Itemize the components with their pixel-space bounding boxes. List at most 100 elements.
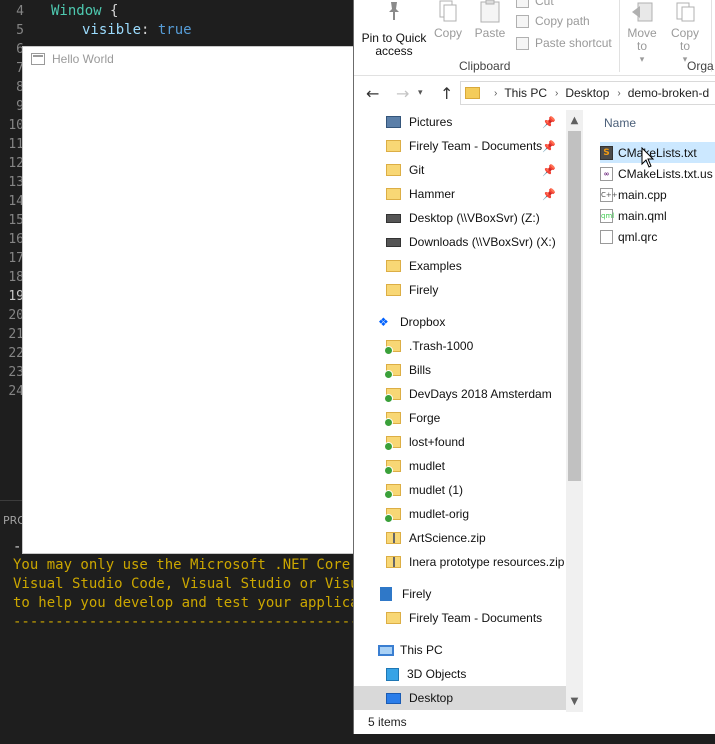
folder-icon <box>386 140 401 152</box>
nav-item-label: Inera prototype resources.zip <box>409 555 565 569</box>
nav-item-firely-team-documents-org[interactable]: Firely Team - Documents <box>386 606 542 630</box>
breadcrumb-current-folder[interactable]: demo-broken-d <box>628 86 709 100</box>
copy-path-icon <box>516 14 529 28</box>
code-colon-token: : <box>141 22 158 38</box>
line-number: 13 <box>8 175 24 190</box>
folder-icon <box>386 284 401 296</box>
file-list[interactable]: Name S CMakeLists.txt ∞ CMakeLists.txt.us … <box>596 110 715 710</box>
cut-button[interactable]: Cut <box>516 0 554 8</box>
paste-shortcut-button[interactable]: Paste shortcut <box>516 36 612 50</box>
recent-locations-dropdown[interactable]: ▾ <box>418 88 423 98</box>
nav-item-label: Dropbox <box>400 315 446 329</box>
scroll-down-arrow-icon[interactable]: ▼ <box>566 693 583 710</box>
nav-item-label: Firely Team - Documents <box>409 611 543 625</box>
folder-icon <box>386 612 401 624</box>
nav-item-label: Desktop <box>409 691 454 705</box>
navigation-bar: ← → ▾ ↑ › This PC › Desktop › demo-broke… <box>354 76 715 110</box>
scroll-up-arrow-icon[interactable]: ▲ <box>566 112 583 129</box>
shared-sync-folder-icon <box>384 388 401 403</box>
nav-item-pictures[interactable]: Pictures 📌 <box>386 110 566 134</box>
copy-to-button[interactable]: Copy to ▾ <box>667 0 703 66</box>
forward-button[interactable]: → <box>396 84 409 103</box>
nav-item-downloads-vboxsvr[interactable]: Downloads (\\VBoxSvr) (X:) <box>386 230 556 254</box>
app-window-icon <box>31 53 45 65</box>
line-number: 20 <box>8 308 24 323</box>
nav-item-label: Firely <box>402 587 432 601</box>
paste-button[interactable]: Paste <box>473 0 507 40</box>
nav-item-hammer[interactable]: Hammer 📌 <box>386 182 566 206</box>
line-number: 11 <box>8 137 24 152</box>
breadcrumb-chevron-icon[interactable]: › <box>555 88 558 99</box>
nav-item-firely-team-documents[interactable]: Firely Team - Documents 📌 <box>386 134 566 158</box>
nav-item-label: ArtScience.zip <box>409 531 486 545</box>
nav-item-label: Downloads (\\VBoxSvr) (X:) <box>409 235 556 249</box>
nav-item-artscience-zip[interactable]: ArtScience.zip <box>386 526 486 550</box>
desktop-icon <box>386 692 401 704</box>
pin-to-quick-access-button[interactable]: Pin to Quick access <box>360 0 428 58</box>
back-button[interactable]: ← <box>366 84 379 103</box>
breadcrumb-chevron-icon[interactable]: › <box>617 88 620 99</box>
nav-item-mudlet[interactable]: mudlet <box>384 454 445 478</box>
address-bar[interactable]: › This PC › Desktop › demo-broken-d <box>460 81 715 105</box>
computer-icon <box>378 644 394 656</box>
nav-item-mudlet-1[interactable]: mudlet (1) <box>384 478 463 502</box>
file-name: main.qml <box>618 208 667 223</box>
nav-item-lost-found[interactable]: lost+found <box>384 430 465 454</box>
scrollbar-thumb[interactable] <box>568 131 581 481</box>
line-number: 5 <box>16 23 24 38</box>
copy-icon <box>439 0 457 22</box>
copy-path-button[interactable]: Copy path <box>516 14 590 28</box>
hello-world-window[interactable]: Hello World <box>22 46 357 554</box>
line-number: 15 <box>8 213 24 228</box>
nav-item-firely[interactable]: Firely <box>386 278 438 302</box>
breadcrumb-chevron-icon: › <box>494 87 498 99</box>
shared-sync-folder-icon <box>384 484 401 499</box>
text-file-icon <box>600 229 613 244</box>
nav-item-bills[interactable]: Bills <box>384 358 431 382</box>
nav-item-desktop[interactable]: Desktop <box>354 686 566 710</box>
up-button[interactable]: ↑ <box>440 84 453 103</box>
cube-icon <box>386 667 399 681</box>
copy-button[interactable]: Copy <box>432 0 464 40</box>
nav-item-3d-objects[interactable]: 3D Objects <box>386 662 466 686</box>
line-number: 24 <box>8 384 24 399</box>
nav-item-label: Desktop (\\VBoxSvr) (Z:) <box>409 211 540 225</box>
nav-item-trash-1000[interactable]: .Trash-1000 <box>384 334 473 358</box>
nav-item-this-pc[interactable]: This PC <box>378 638 443 662</box>
column-header-name[interactable]: Name <box>604 116 636 130</box>
file-item-main-cpp[interactable]: C++ main.cpp <box>600 184 667 205</box>
sync-folder-icon <box>384 508 401 523</box>
code-type-token: Window <box>51 3 102 19</box>
network-drive-icon <box>386 237 401 247</box>
breadcrumb-this-pc[interactable]: This PC <box>504 86 547 100</box>
nav-item-firely-org[interactable]: Firely <box>380 582 431 606</box>
nav-item-inera-prototype-resources-zip[interactable]: Inera prototype resources.zip <box>386 550 564 574</box>
file-item-qml-qrc[interactable]: qml.qrc <box>600 226 657 247</box>
line-number: 17 <box>8 251 24 266</box>
ribbon-divider <box>619 0 620 72</box>
line-number: 12 <box>8 156 24 171</box>
terminal-line: You may only use the Microsoft .NET Core… <box>13 557 384 573</box>
file-item-cmakelists-txt-us[interactable]: ∞ CMakeLists.txt.us <box>600 163 713 184</box>
file-name: main.cpp <box>618 187 667 202</box>
window-title-bar[interactable]: Hello World <box>23 47 356 71</box>
nav-item-devdays-2018-amsterdam[interactable]: DevDays 2018 Amsterdam <box>384 382 552 406</box>
navigation-pane[interactable]: Pictures 📌 Firely Team - Documents 📌 Git 📌 … <box>354 110 582 710</box>
nav-item-git[interactable]: Git 📌 <box>386 158 566 182</box>
nav-item-examples[interactable]: Examples <box>386 254 462 278</box>
line-number-active: 19 <box>8 289 24 304</box>
nav-item-desktop-vboxsvr[interactable]: Desktop (\\VBoxSvr) (Z:) <box>386 206 540 230</box>
nav-item-forge[interactable]: Forge <box>384 406 440 430</box>
breadcrumb-desktop[interactable]: Desktop <box>565 86 609 100</box>
network-drive-icon <box>386 213 401 223</box>
file-item-main-qml[interactable]: qml main.qml <box>600 205 667 226</box>
sync-folder-icon <box>384 364 401 379</box>
navigation-pane-scrollbar[interactable]: ▲ ▼ <box>566 110 583 712</box>
nav-item-dropbox[interactable]: ❖ Dropbox <box>378 310 445 334</box>
nav-item-mudlet-orig[interactable]: mudlet-orig <box>384 502 469 526</box>
nav-item-label: Firely Team - Documents <box>409 139 543 153</box>
zip-icon <box>386 532 401 544</box>
file-explorer-window[interactable]: Pin to Quick access Copy Paste Cut Copy … <box>353 0 715 734</box>
file-item-cmakelists-txt[interactable]: S CMakeLists.txt <box>600 142 715 163</box>
move-to-button[interactable]: Move to ▾ <box>624 0 660 66</box>
